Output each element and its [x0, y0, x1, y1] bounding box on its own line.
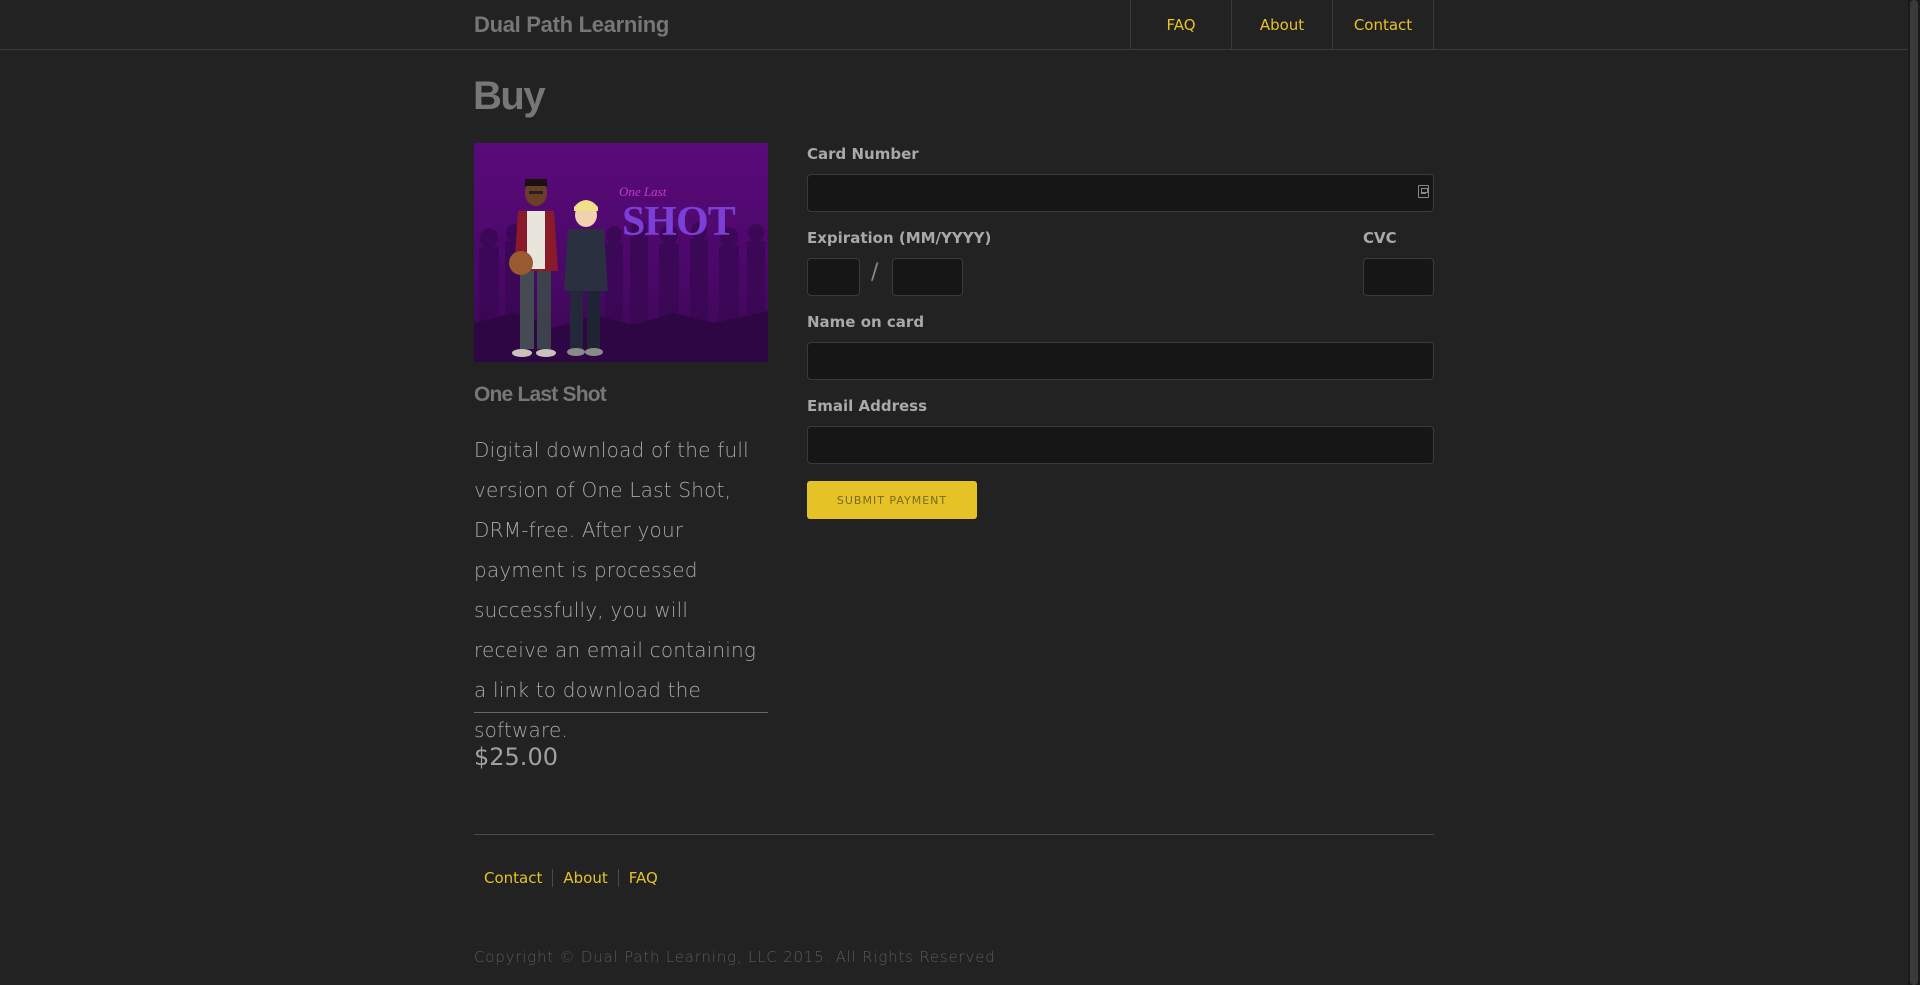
product-price: $25.00: [474, 743, 558, 771]
page-title: Buy: [473, 74, 546, 118]
footer-divider: [474, 834, 1434, 835]
product-image: One Last SHOT: [474, 143, 768, 362]
submit-payment-button[interactable]: SUBMIT PAYMENT: [807, 481, 977, 519]
name-on-card-label: Name on card: [807, 313, 925, 331]
scrollbar[interactable]: [1908, 0, 1920, 985]
footer-links: Contact About FAQ: [474, 869, 668, 887]
footer-link-faq[interactable]: FAQ: [619, 869, 668, 887]
name-on-card-input[interactable]: [807, 342, 1434, 380]
product-divider: [474, 712, 768, 713]
email-label: Email Address: [807, 397, 928, 415]
product-name: One Last Shot: [474, 383, 607, 406]
credit-card-icon: [1418, 185, 1429, 198]
cvc-input[interactable]: [1363, 258, 1434, 296]
nav-link-contact[interactable]: Contact: [1332, 0, 1434, 49]
product-description: Digital download of the full version of …: [474, 438, 757, 742]
card-number-input[interactable]: [807, 174, 1434, 212]
svg-text:One Last: One Last: [619, 184, 667, 199]
cvc-label: CVC: [1363, 229, 1397, 247]
nav-links: FAQ About Contact: [1130, 0, 1434, 49]
copyright-text: Copyright © Dual Path Learning, LLC 2015…: [474, 948, 996, 966]
card-number-label: Card Number: [807, 145, 919, 163]
exp-year-input[interactable]: [892, 258, 963, 296]
svg-text:SHOT: SHOT: [622, 199, 736, 245]
exp-separator: /: [871, 260, 879, 285]
expiration-label: Expiration (MM/YYYY): [807, 229, 992, 247]
footer-link-about[interactable]: About: [553, 869, 617, 887]
email-input[interactable]: [807, 426, 1434, 464]
exp-month-input[interactable]: [807, 258, 860, 296]
brand-title[interactable]: Dual Path Learning: [474, 12, 669, 38]
nav-link-faq[interactable]: FAQ: [1130, 0, 1231, 49]
navbar: Dual Path Learning FAQ About Contact: [0, 0, 1908, 50]
scrollbar-thumb[interactable]: [1910, 0, 1918, 985]
nav-link-about[interactable]: About: [1231, 0, 1332, 49]
footer-link-contact[interactable]: Contact: [474, 869, 552, 887]
